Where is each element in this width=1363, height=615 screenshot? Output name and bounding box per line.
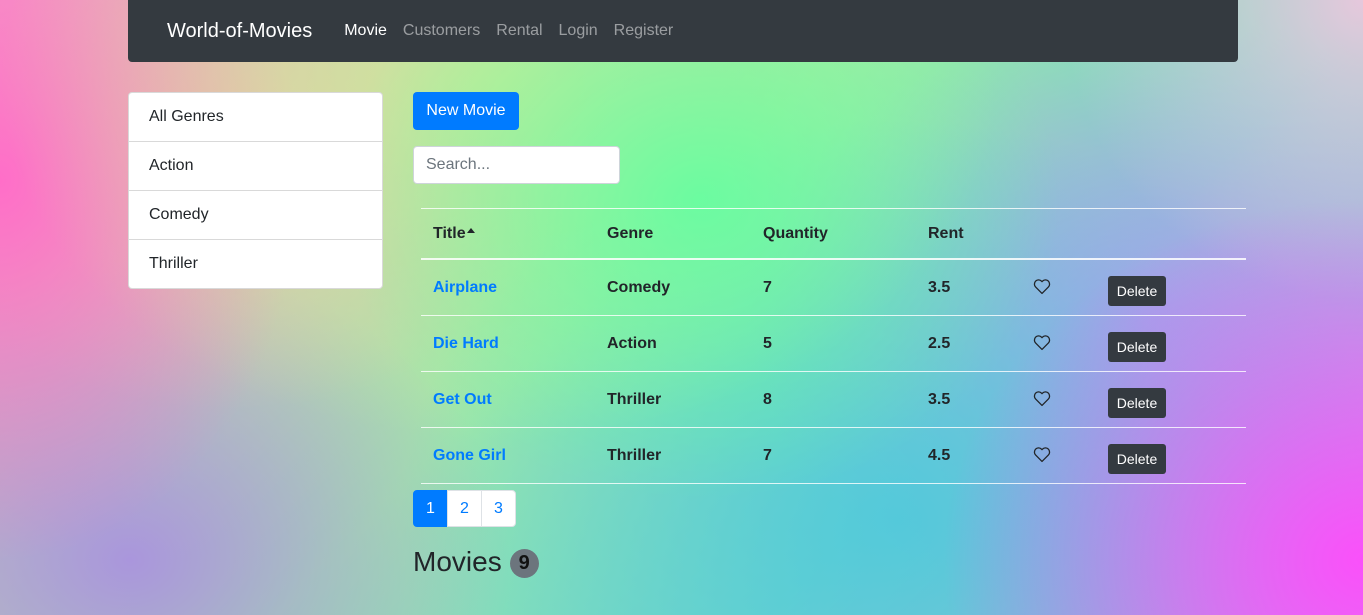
brand-logo[interactable]: World-of-Movies xyxy=(167,20,312,43)
like-toggle[interactable] xyxy=(1033,390,1051,406)
nav-link-register[interactable]: Register xyxy=(614,22,674,40)
movie-title-link[interactable]: Get Out xyxy=(433,391,492,409)
movie-title-link[interactable]: Gone Girl xyxy=(433,447,506,465)
movie-quantity: 7 xyxy=(763,278,772,296)
genre-item-action[interactable]: Action xyxy=(129,142,382,191)
table-header: Title Genre Quantity Rent xyxy=(421,209,1246,260)
movies-count-heading: Movies 9 xyxy=(413,545,539,578)
sort-asc-icon xyxy=(466,227,475,233)
delete-cell: Delete xyxy=(1108,326,1166,362)
movie-quantity: 8 xyxy=(763,390,772,408)
movies-count-label: Movies xyxy=(413,545,502,577)
delete-cell: Delete xyxy=(1108,270,1166,306)
movie-quantity: 7 xyxy=(763,446,772,464)
column-header-rent[interactable]: Rent xyxy=(928,225,964,243)
pagination: 1 2 3 xyxy=(413,490,516,527)
genre-item-thriller[interactable]: Thriller xyxy=(129,240,382,288)
movie-rent: 3.5 xyxy=(928,278,951,296)
table-row: Get Out Thriller 8 3.5 Delete xyxy=(421,372,1246,428)
like-toggle[interactable] xyxy=(1033,446,1051,462)
nav-link-rental[interactable]: Rental xyxy=(496,22,542,40)
genre-item-comedy[interactable]: Comedy xyxy=(129,191,382,240)
delete-button[interactable]: Delete xyxy=(1108,443,1166,474)
heart-outline-icon xyxy=(1033,446,1051,462)
delete-button[interactable]: Delete xyxy=(1108,331,1166,362)
like-toggle[interactable] xyxy=(1033,334,1051,350)
heart-outline-icon xyxy=(1033,390,1051,406)
like-toggle[interactable] xyxy=(1033,278,1051,294)
nav-link-customers[interactable]: Customers xyxy=(403,22,480,40)
genre-item-all[interactable]: All Genres xyxy=(129,93,382,142)
table-row: Gone Girl Thriller 7 4.5 Delete xyxy=(421,428,1246,484)
column-header-genre[interactable]: Genre xyxy=(607,225,653,243)
delete-cell: Delete xyxy=(1108,438,1166,474)
column-header-title[interactable]: Title xyxy=(433,225,475,243)
movie-genre: Comedy xyxy=(607,278,671,296)
table-row: Die Hard Action 5 2.5 Delete xyxy=(421,316,1246,372)
nav-link-movie[interactable]: Movie xyxy=(344,22,387,40)
page-link-2[interactable]: 2 xyxy=(447,490,482,527)
nav-link-login[interactable]: Login xyxy=(559,22,598,40)
page-link-3[interactable]: 3 xyxy=(481,490,516,527)
movie-rent: 4.5 xyxy=(928,446,951,464)
heart-outline-icon xyxy=(1033,334,1051,350)
movie-rent: 2.5 xyxy=(928,334,951,352)
page-link-1[interactable]: 1 xyxy=(413,490,448,527)
movies-count-badge: 9 xyxy=(509,549,539,578)
column-header-quantity[interactable]: Quantity xyxy=(763,225,828,243)
movie-rent: 3.5 xyxy=(928,390,951,408)
movie-genre: Thriller xyxy=(607,390,662,408)
navbar: World-of-Movies Movie Customers Rental L… xyxy=(128,0,1238,62)
movie-title-link[interactable]: Die Hard xyxy=(433,335,499,353)
movie-genre: Action xyxy=(607,334,657,352)
movie-quantity: 5 xyxy=(763,334,772,352)
heart-outline-icon xyxy=(1033,278,1051,294)
genre-list: All Genres Action Comedy Thriller xyxy=(128,92,383,289)
movies-table: Title Genre Quantity Rent Airplane Comed… xyxy=(421,208,1246,484)
search-input[interactable] xyxy=(413,146,620,184)
column-header-title-label: Title xyxy=(433,224,466,242)
delete-button[interactable]: Delete xyxy=(1108,387,1166,418)
new-movie-button[interactable]: New Movie xyxy=(413,92,519,130)
delete-button[interactable]: Delete xyxy=(1108,275,1166,306)
movie-genre: Thriller xyxy=(607,446,662,464)
table-row: Airplane Comedy 7 3.5 Delete xyxy=(421,260,1246,316)
delete-cell: Delete xyxy=(1108,382,1166,418)
movie-title-link[interactable]: Airplane xyxy=(433,279,497,297)
